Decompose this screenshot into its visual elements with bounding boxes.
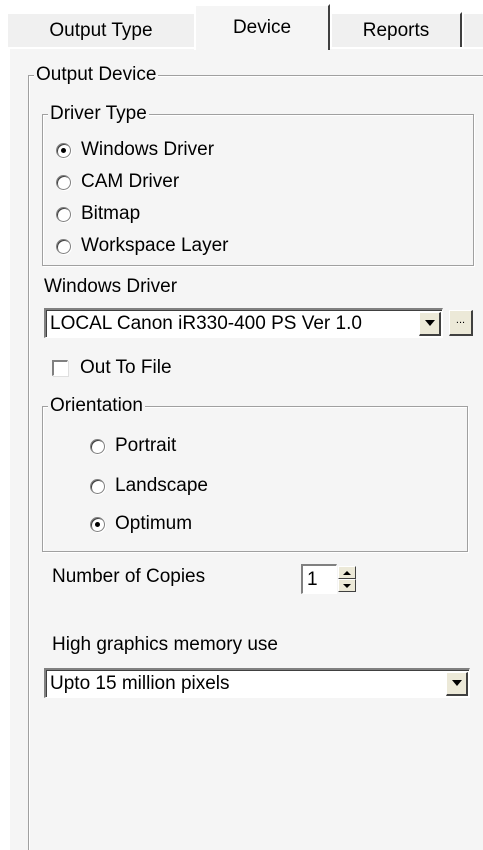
radio-label: Bitmap <box>81 203 141 224</box>
tab-output-type[interactable]: Output Type <box>6 12 196 48</box>
radio-landscape[interactable]: Landscape <box>90 472 208 500</box>
radio-label: Windows Driver <box>81 139 215 160</box>
driver-type-legend: Driver Type <box>48 103 149 125</box>
radio-button[interactable] <box>56 238 71 254</box>
tab-label: Output Type <box>49 20 153 41</box>
radio-button[interactable] <box>90 438 105 454</box>
arrow-up-icon <box>343 570 351 575</box>
spin-up-button[interactable] <box>338 566 356 579</box>
tab-label: Device <box>232 17 292 38</box>
tab-label: Reports <box>362 20 430 41</box>
dropdown-button[interactable] <box>419 311 441 336</box>
radio-cam-driver[interactable]: CAM Driver <box>56 168 179 196</box>
copies-value: 1 <box>307 568 318 590</box>
spin-down-button[interactable] <box>338 579 356 592</box>
out-to-file-checkbox-row[interactable]: Out To File <box>52 354 172 382</box>
radio-button[interactable] <box>56 206 71 222</box>
arrow-down-icon <box>343 583 351 588</box>
tab-strip: Output Type Device Reports <box>0 0 483 50</box>
radio-bitmap[interactable]: Bitmap <box>56 200 140 228</box>
orientation-legend: Orientation <box>48 395 145 417</box>
radio-portrait[interactable]: Portrait <box>90 432 176 460</box>
out-to-file-label: Out To File <box>80 357 172 378</box>
chevron-down-icon <box>424 320 435 326</box>
radio-workspace-layer[interactable]: Workspace Layer <box>56 232 229 260</box>
radio-label: Landscape <box>115 475 208 496</box>
browse-driver-button[interactable]: ... <box>449 310 473 336</box>
radio-label: Portrait <box>115 435 177 456</box>
radio-label: Workspace Layer <box>81 235 229 256</box>
radio-label: Optimum <box>115 513 193 534</box>
radio-optimum[interactable]: Optimum <box>90 510 192 538</box>
tab-reports[interactable]: Reports <box>330 12 462 48</box>
dropdown-button[interactable] <box>446 671 468 696</box>
radio-button[interactable] <box>90 478 105 494</box>
graphics-memory-value: Upto 15 million pixels <box>50 672 230 694</box>
graphics-memory-label: High graphics memory use <box>52 634 278 655</box>
windows-driver-label: Windows Driver <box>44 276 178 297</box>
radio-button[interactable] <box>56 174 71 190</box>
copies-input[interactable]: 1 <box>301 564 337 594</box>
copies-label: Number of Copies <box>52 566 206 587</box>
output-device-legend: Output Device <box>34 64 159 86</box>
radio-button[interactable] <box>56 142 71 158</box>
out-to-file-checkbox[interactable] <box>52 360 68 376</box>
radio-windows-driver[interactable]: Windows Driver <box>56 136 214 164</box>
windows-driver-combo[interactable]: LOCAL Canon iR330-400 PS Ver 1.0 <box>44 308 443 338</box>
chevron-down-icon <box>451 680 462 686</box>
tab-overflow[interactable] <box>462 12 483 48</box>
tab-device[interactable]: Device <box>194 4 330 50</box>
copies-spinner[interactable] <box>338 566 356 592</box>
graphics-memory-combo[interactable]: Upto 15 million pixels <box>44 668 470 698</box>
windows-driver-value: LOCAL Canon iR330-400 PS Ver 1.0 <box>50 312 362 334</box>
radio-label: CAM Driver <box>81 171 180 192</box>
radio-button[interactable] <box>90 516 105 532</box>
